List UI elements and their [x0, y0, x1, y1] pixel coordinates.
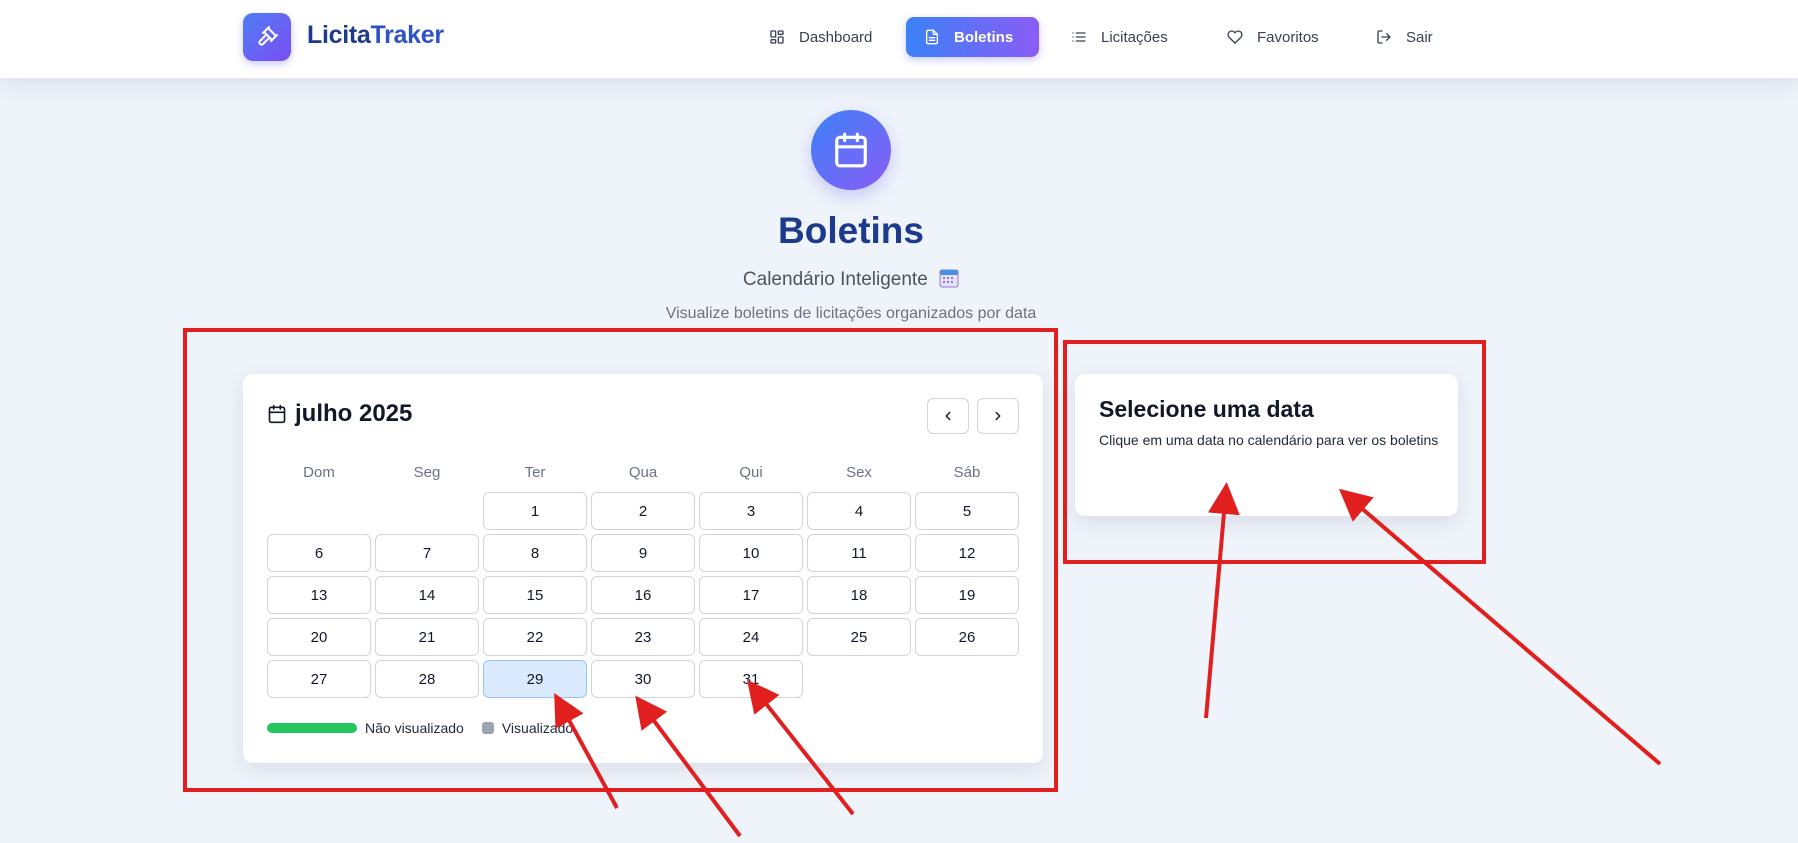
day-cell[interactable]: 3: [699, 492, 803, 530]
day-cell[interactable]: 28: [375, 660, 479, 698]
weekday-header: Dom: [303, 464, 335, 481]
day-cell[interactable]: 25: [807, 618, 911, 656]
logout-icon: [1377, 30, 1391, 44]
nav-favoritos-label: Favoritos: [1257, 28, 1319, 46]
legend-not-viewed-swatch: [267, 723, 357, 733]
empty-day-cell: [267, 492, 371, 530]
day-cell[interactable]: 4: [807, 492, 911, 530]
weekday-header: Sex: [846, 464, 872, 481]
day-cell[interactable]: 30: [591, 660, 695, 698]
day-cell[interactable]: 19: [915, 576, 1019, 614]
month-title: julho 2025: [295, 400, 413, 427]
details-text: Clique em uma data no calendário para ve…: [1099, 432, 1439, 448]
nav-dashboard[interactable]: Dashboard: [751, 17, 890, 57]
day-cell[interactable]: 8: [483, 534, 587, 572]
weekday-header: Ter: [524, 464, 546, 481]
day-cell[interactable]: 7: [375, 534, 479, 572]
gavel-icon: [258, 26, 278, 46]
legend-viewed-label: Visualizado: [501, 720, 574, 736]
weekday-header: Sáb: [953, 464, 981, 481]
nav-boletins[interactable]: Boletins: [906, 17, 1039, 57]
day-cell[interactable]: 18: [807, 576, 911, 614]
calendar-emoji-icon: [939, 269, 959, 288]
nav-sair[interactable]: Sair: [1358, 17, 1451, 57]
calendar-legend: Não visualizado Visualizado: [267, 720, 573, 736]
day-cell[interactable]: 26: [915, 618, 1019, 656]
calendar-card: julho 2025 Dom Seg Ter Qua Qui Sex Sáb 1 2 3 4 5 6 7 8…: [243, 374, 1043, 763]
weekday-header: Seg: [413, 464, 441, 481]
top-navbar: LicitaTraker Dashboard Boletins Licitaçõ…: [0, 0, 1798, 78]
app-name[interactable]: LicitaTraker: [307, 21, 444, 50]
calendar-icon: [835, 132, 867, 168]
legend-viewed-swatch: [481, 722, 494, 734]
document-icon: [926, 29, 938, 45]
day-cell[interactable]: 16: [591, 576, 695, 614]
day-cell-selected[interactable]: 29: [483, 660, 587, 698]
nav-licitacoes-label: Licitações: [1101, 28, 1168, 46]
day-cell[interactable]: 27: [267, 660, 371, 698]
hero-calendar-badge: [811, 110, 891, 190]
day-cell[interactable]: 22: [483, 618, 587, 656]
day-cell[interactable]: 20: [267, 618, 371, 656]
day-cell[interactable]: 6: [267, 534, 371, 572]
page-description: Visualize boletins de licitações organiz…: [665, 305, 1037, 322]
heart-icon: [1227, 30, 1243, 44]
calendar-header: julho 2025: [267, 400, 412, 428]
details-panel: Selecione uma data Clique em uma data no…: [1075, 374, 1458, 516]
nav-dashboard-label: Dashboard: [799, 28, 873, 46]
day-cell[interactable]: 15: [483, 576, 587, 614]
chevron-right-icon: [995, 411, 1001, 421]
next-month-button[interactable]: [977, 398, 1019, 434]
weekday-header: Qua: [628, 464, 658, 481]
day-cell[interactable]: 31: [699, 660, 803, 698]
page-subtitle-text: Calendário Inteligente: [742, 269, 928, 290]
day-cell[interactable]: 2: [591, 492, 695, 530]
nav-licitacoes[interactable]: Licitações: [1053, 17, 1186, 57]
day-cell[interactable]: 24: [699, 618, 803, 656]
day-cell[interactable]: 10: [699, 534, 803, 572]
day-cell[interactable]: 23: [591, 618, 695, 656]
day-cell[interactable]: 13: [267, 576, 371, 614]
details-title: Selecione uma data: [1099, 396, 1314, 422]
list-icon: [1072, 32, 1086, 42]
page-subtitle: Calendário Inteligente: [0, 268, 1702, 291]
legend-not-viewed-label: Não visualizado: [365, 720, 464, 736]
day-cell[interactable]: 17: [699, 576, 803, 614]
dashboard-icon: [770, 30, 784, 44]
app-logo[interactable]: [243, 13, 291, 61]
annotation-arrow-details-left: [1204, 482, 1240, 719]
annotation-arrow-details-right: [1338, 488, 1662, 766]
day-cell[interactable]: 11: [807, 534, 911, 572]
app-name-part2: Traker: [370, 21, 445, 49]
prev-month-button[interactable]: [927, 398, 969, 434]
day-cell[interactable]: 14: [375, 576, 479, 614]
day-cell[interactable]: 1: [483, 492, 587, 530]
app-name-part1: Licita: [307, 21, 371, 49]
calendar-small-icon: [268, 404, 286, 424]
nav-sair-label: Sair: [1406, 28, 1433, 46]
day-cell[interactable]: 9: [591, 534, 695, 572]
calendar-grid: Dom Seg Ter Qua Qui Sex Sáb 1 2 3 4 5 6 7 8 9 10 11 12 13 14…: [267, 464, 1019, 698]
nav-favoritos[interactable]: Favoritos: [1209, 17, 1337, 57]
empty-day-cell: [375, 492, 479, 530]
page-title: Boletins: [778, 210, 924, 251]
weekday-header: Qui: [739, 464, 763, 481]
day-cell[interactable]: 21: [375, 618, 479, 656]
nav-boletins-label: Boletins: [954, 28, 1014, 46]
chevron-left-icon: [945, 411, 951, 421]
day-cell[interactable]: 12: [915, 534, 1019, 572]
day-cell[interactable]: 5: [915, 492, 1019, 530]
